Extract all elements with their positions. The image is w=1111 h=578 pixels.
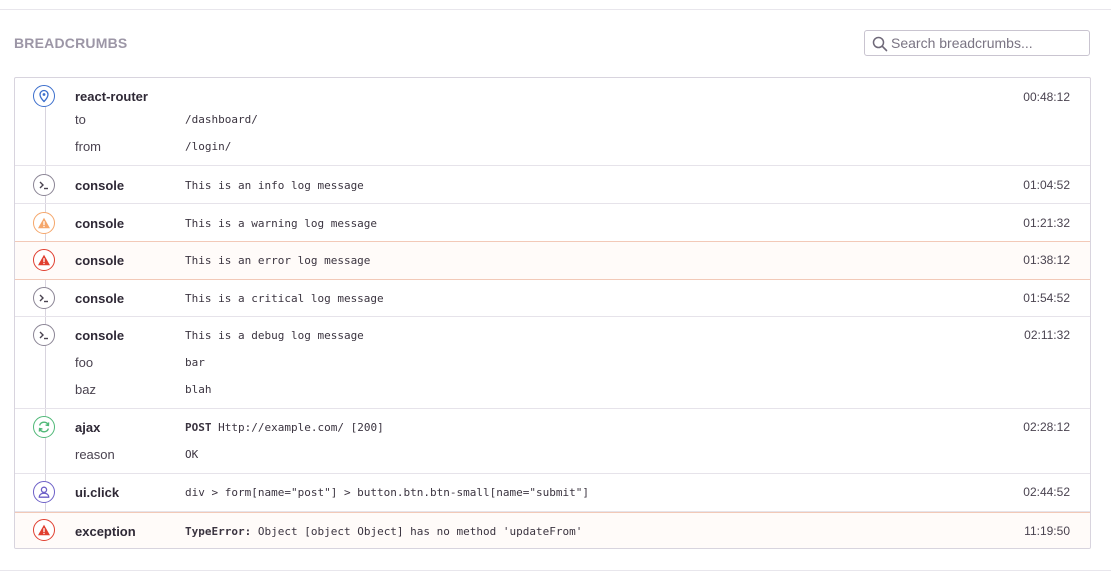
crumb-time: 01:04:52: [1023, 178, 1070, 192]
crumb-time: 01:54:52: [1023, 291, 1070, 305]
crumb-data-key: foo: [75, 355, 94, 370]
crumb-row[interactable]: ajax POST Http://example.com/ [200] 02:2…: [15, 409, 1090, 474]
crumb-category: ajax: [75, 420, 101, 435]
crumb-message: TypeError: Object [object Object] has no…: [185, 525, 582, 538]
crumb-row[interactable]: react-router 00:48:12 to /dashboard/ fro…: [15, 78, 1090, 166]
crumb-message: POST Http://example.com/ [200]: [185, 421, 384, 434]
crumb-data-key: to: [75, 112, 86, 127]
crumb-row[interactable]: console This is an error log message 01:…: [15, 241, 1090, 280]
error-message: Object [object Object] has no method 'up…: [257, 525, 583, 538]
crumb-data-value: /dashboard/: [185, 113, 258, 126]
crumb-time: 11:19:50: [1024, 524, 1070, 538]
user-icon: [33, 481, 55, 503]
crumb-time: 01:21:32: [1023, 216, 1070, 230]
breadcrumbs-heading: BREADCRUMBS: [14, 35, 128, 51]
bottom-divider: [0, 570, 1111, 571]
crumb-data-key: reason: [75, 447, 115, 462]
location-pin-icon: [33, 85, 55, 107]
crumb-row[interactable]: exception TypeError: Object [object Obje…: [15, 512, 1090, 548]
search-input[interactable]: [891, 31, 1087, 55]
crumb-row[interactable]: console This is a warning log message 01…: [15, 204, 1090, 242]
crumb-category: react-router: [75, 89, 148, 104]
crumb-data-value: bar: [185, 356, 205, 369]
crumb-time: 00:48:12: [1023, 90, 1070, 104]
crumb-category: ui.click: [75, 485, 120, 500]
crumb-category: console: [75, 253, 125, 268]
crumb-message: This is a warning log message: [185, 217, 378, 230]
crumb-message: This is an info log message: [185, 179, 364, 192]
crumb-row[interactable]: console This is a critical log message 0…: [15, 280, 1090, 317]
crumb-time: 01:38:12: [1023, 253, 1070, 267]
crumb-row[interactable]: ui.click div > form[name="post"] > butto…: [15, 474, 1090, 512]
crumb-category: exception: [75, 524, 136, 539]
crumb-time: 02:11:32: [1024, 328, 1070, 342]
refresh-icon: [33, 416, 55, 438]
crumb-message: This is a debug log message: [185, 329, 364, 342]
crumb-time: 02:28:12: [1023, 420, 1070, 434]
search-box[interactable]: [864, 30, 1090, 56]
top-divider: [0, 9, 1111, 10]
terminal-icon: [33, 287, 55, 309]
error-type: TypeError:: [185, 525, 252, 538]
crumb-category: console: [75, 291, 125, 306]
crumb-data-key: from: [75, 139, 101, 154]
crumb-data-value: OK: [185, 448, 199, 461]
crumb-message: This is an error log message: [185, 254, 371, 267]
search-icon: [872, 36, 888, 52]
crumb-row[interactable]: console This is an info log message 01:0…: [15, 166, 1090, 204]
http-url: Http://example.com/ [200]: [218, 421, 384, 434]
warning-icon: [33, 212, 55, 234]
breadcrumbs-list: react-router 00:48:12 to /dashboard/ fro…: [14, 77, 1091, 549]
crumb-category: console: [75, 328, 125, 343]
crumb-category: console: [75, 216, 125, 231]
crumb-category: console: [75, 178, 125, 193]
terminal-icon: [33, 174, 55, 196]
error-icon: [33, 519, 55, 541]
crumb-data-key: baz: [75, 382, 96, 397]
error-icon: [33, 249, 55, 271]
crumb-data-value: blah: [185, 383, 212, 396]
crumb-data-value: /login/: [185, 140, 232, 153]
crumb-message: This is a critical log message: [185, 292, 384, 305]
crumb-message: div > form[name="post"] > button.btn.btn…: [185, 486, 589, 499]
crumb-time: 02:44:52: [1023, 485, 1070, 499]
terminal-icon: [33, 324, 55, 346]
crumb-row[interactable]: console This is a debug log message 02:1…: [15, 317, 1090, 409]
http-method: POST: [185, 421, 212, 434]
